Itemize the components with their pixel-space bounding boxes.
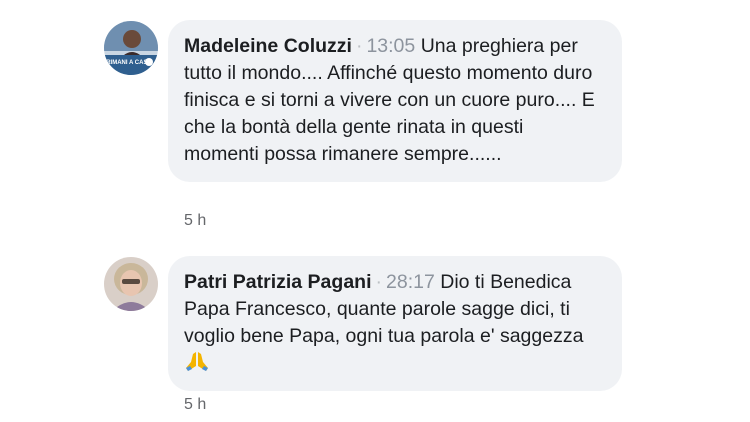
separator: · (375, 271, 383, 293)
comment-author[interactable]: Madeleine Coluzzi (184, 35, 352, 57)
comment-age[interactable]: 5 h (184, 396, 206, 414)
comment-timestamp[interactable]: 13:05 (366, 35, 415, 57)
avatar[interactable] (104, 257, 158, 311)
comment-bubble: Madeleine Coluzzi · 13:05 Una preghiera pe… (168, 20, 622, 182)
praying-hands-icon (184, 350, 210, 372)
comment-timestamp[interactable]: 28:17 (386, 271, 435, 293)
avatar[interactable]: RIMANI A CASA (104, 21, 158, 75)
comment-bubble: Patri Patrizia Pagani · 28:17 Dio ti Bened… (168, 256, 622, 391)
avatar-image (104, 257, 158, 311)
comment-age[interactable]: 5 h (184, 212, 206, 230)
avatar-image: RIMANI A CASA (104, 21, 158, 75)
comment-author[interactable]: Patri Patrizia Pagani (184, 271, 372, 293)
separator: · (355, 35, 363, 57)
